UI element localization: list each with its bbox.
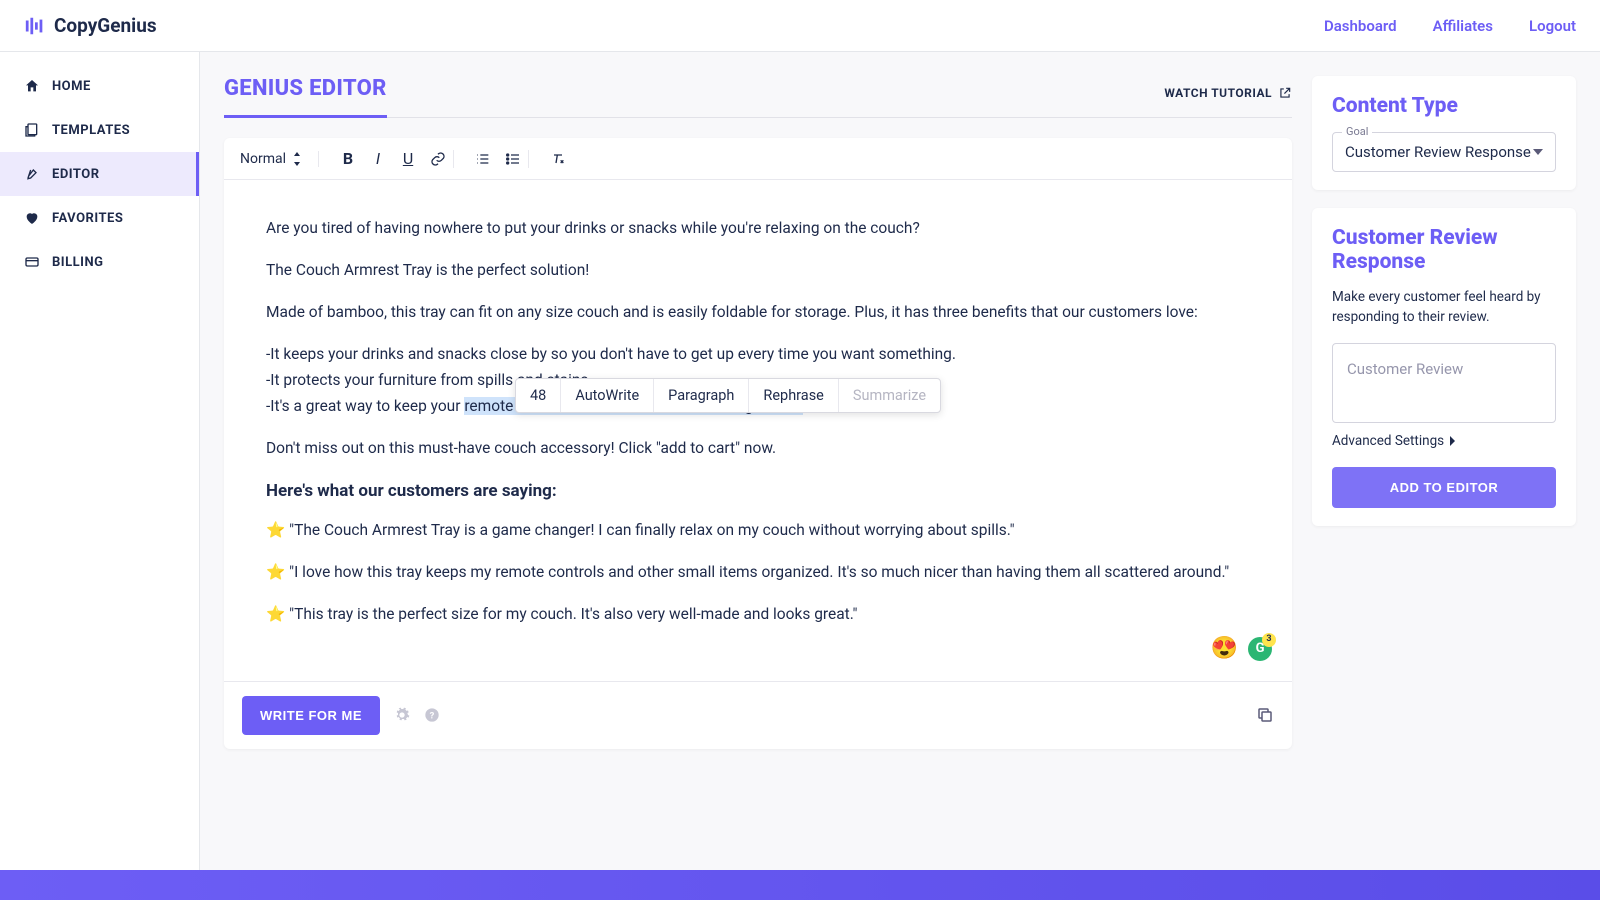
selection-float-menu: 48 AutoWrite Paragraph Rephrase Summariz… bbox=[515, 378, 941, 413]
page-head: GENIUS EDITOR WATCH TUTORIAL bbox=[224, 76, 1292, 118]
nav-affiliates[interactable]: Affiliates bbox=[1433, 17, 1493, 35]
sidebar-item-billing[interactable]: BILLING bbox=[0, 240, 199, 284]
grammarly-badge: 3 bbox=[1262, 633, 1276, 647]
chevron-down-icon bbox=[1533, 149, 1543, 155]
editor-p: ⭐ "I love how this tray keeps my remote … bbox=[266, 560, 1250, 584]
sidebar-item-templates[interactable]: TEMPLATES bbox=[0, 108, 199, 152]
editor-p: The Couch Armrest Tray is the perfect so… bbox=[266, 258, 1250, 282]
panel-desc: Make every customer feel heard by respon… bbox=[1332, 288, 1556, 327]
panel-title: Customer Review Response bbox=[1332, 226, 1556, 274]
ordered-list-button[interactable] bbox=[474, 150, 492, 168]
sidebar-item-label: TEMPLATES bbox=[52, 123, 130, 138]
heart-icon bbox=[24, 210, 40, 226]
add-to-editor-button[interactable]: ADD TO EDITOR bbox=[1332, 467, 1556, 508]
templates-icon bbox=[24, 122, 40, 138]
editor-p: ⭐ "This tray is the perfect size for my … bbox=[266, 602, 1250, 626]
content-type-panel: Content Type Goal Customer Review Respon… bbox=[1312, 76, 1576, 190]
goal-label: Goal bbox=[1342, 125, 1372, 138]
write-for-me-button[interactable]: WRITE FOR ME bbox=[242, 696, 380, 735]
editor-p: ⭐ "The Couch Armrest Tray is a game chan… bbox=[266, 518, 1250, 542]
external-link-icon bbox=[1278, 86, 1292, 100]
review-textarea[interactable]: Customer Review bbox=[1332, 343, 1556, 423]
goal-field: Goal Customer Review Response bbox=[1332, 132, 1556, 172]
logo-icon bbox=[24, 15, 46, 37]
brand-text: CopyGenius bbox=[54, 14, 157, 37]
select-arrows-icon bbox=[292, 152, 302, 166]
format-select[interactable]: Normal bbox=[240, 151, 319, 167]
float-paragraph[interactable]: Paragraph bbox=[654, 379, 749, 412]
float-count: 48 bbox=[516, 379, 561, 412]
nav-logout[interactable]: Logout bbox=[1529, 17, 1576, 35]
gear-icon[interactable] bbox=[394, 707, 410, 723]
sidebar-item-home[interactable]: HOME bbox=[0, 64, 199, 108]
editor-body[interactable]: Are you tired of having nowhere to put y… bbox=[224, 180, 1292, 681]
float-autowrite[interactable]: AutoWrite bbox=[561, 379, 654, 412]
sidebar-item-label: BILLING bbox=[52, 255, 104, 270]
clear-format-button[interactable] bbox=[549, 150, 567, 168]
link-button[interactable] bbox=[429, 150, 447, 168]
page-title: GENIUS EDITOR bbox=[224, 76, 387, 118]
editor-toolbar: Normal B I U bbox=[224, 138, 1292, 180]
float-summarize[interactable]: Summarize bbox=[839, 379, 940, 412]
float-rephrase[interactable]: Rephrase bbox=[749, 379, 838, 412]
sidebar-item-favorites[interactable]: FAVORITES bbox=[0, 196, 199, 240]
chevron-right-icon bbox=[1448, 436, 1456, 446]
bold-button[interactable]: B bbox=[339, 150, 357, 168]
editor-p: Are you tired of having nowhere to put y… bbox=[266, 216, 1250, 240]
editor-icon bbox=[24, 166, 40, 182]
response-panel: Customer Review Response Make every cust… bbox=[1312, 208, 1576, 526]
copy-icon[interactable] bbox=[1256, 706, 1274, 724]
nav-dashboard[interactable]: Dashboard bbox=[1324, 17, 1397, 35]
billing-icon bbox=[24, 254, 40, 270]
editor-footer: WRITE FOR ME ? bbox=[224, 681, 1292, 749]
editor-p: Don't miss out on this must-have couch a… bbox=[266, 436, 1250, 460]
sidebar: HOME TEMPLATES EDITOR FAVORITES BILLING bbox=[0, 52, 200, 900]
panel-title: Content Type bbox=[1332, 94, 1556, 118]
watch-tutorial-link[interactable]: WATCH TUTORIAL bbox=[1164, 86, 1292, 100]
svg-text:?: ? bbox=[430, 710, 435, 721]
grammarly-icon[interactable]: G3 bbox=[1248, 637, 1272, 661]
home-icon bbox=[24, 78, 40, 94]
editor-corner-icons: 😍 G3 bbox=[1211, 632, 1272, 666]
editor: Normal B I U bbox=[224, 138, 1292, 749]
sidebar-item-editor[interactable]: EDITOR bbox=[0, 152, 199, 196]
watch-tutorial-label: WATCH TUTORIAL bbox=[1164, 86, 1272, 100]
bullet-list-button[interactable] bbox=[504, 150, 522, 168]
sidebar-item-label: HOME bbox=[52, 79, 91, 94]
goal-select[interactable]: Customer Review Response bbox=[1332, 132, 1556, 172]
advanced-settings-link[interactable]: Advanced Settings bbox=[1332, 433, 1556, 449]
italic-button[interactable]: I bbox=[369, 150, 387, 168]
editor-p: -It keeps your drinks and snacks close b… bbox=[266, 342, 1250, 366]
underline-button[interactable]: U bbox=[399, 150, 417, 168]
footer-bar bbox=[0, 870, 1600, 900]
editor-subheading: Here's what our customers are saying: bbox=[266, 478, 1250, 504]
heart-eyes-icon[interactable]: 😍 bbox=[1211, 632, 1238, 666]
help-icon[interactable]: ? bbox=[424, 707, 440, 723]
editor-p: Made of bamboo, this tray can fit on any… bbox=[266, 300, 1250, 324]
app-header: CopyGenius Dashboard Affiliates Logout bbox=[0, 0, 1600, 52]
brand-logo: CopyGenius bbox=[24, 14, 157, 37]
sidebar-item-label: EDITOR bbox=[52, 167, 100, 182]
sidebar-item-label: FAVORITES bbox=[52, 211, 123, 226]
header-nav: Dashboard Affiliates Logout bbox=[1324, 17, 1576, 35]
